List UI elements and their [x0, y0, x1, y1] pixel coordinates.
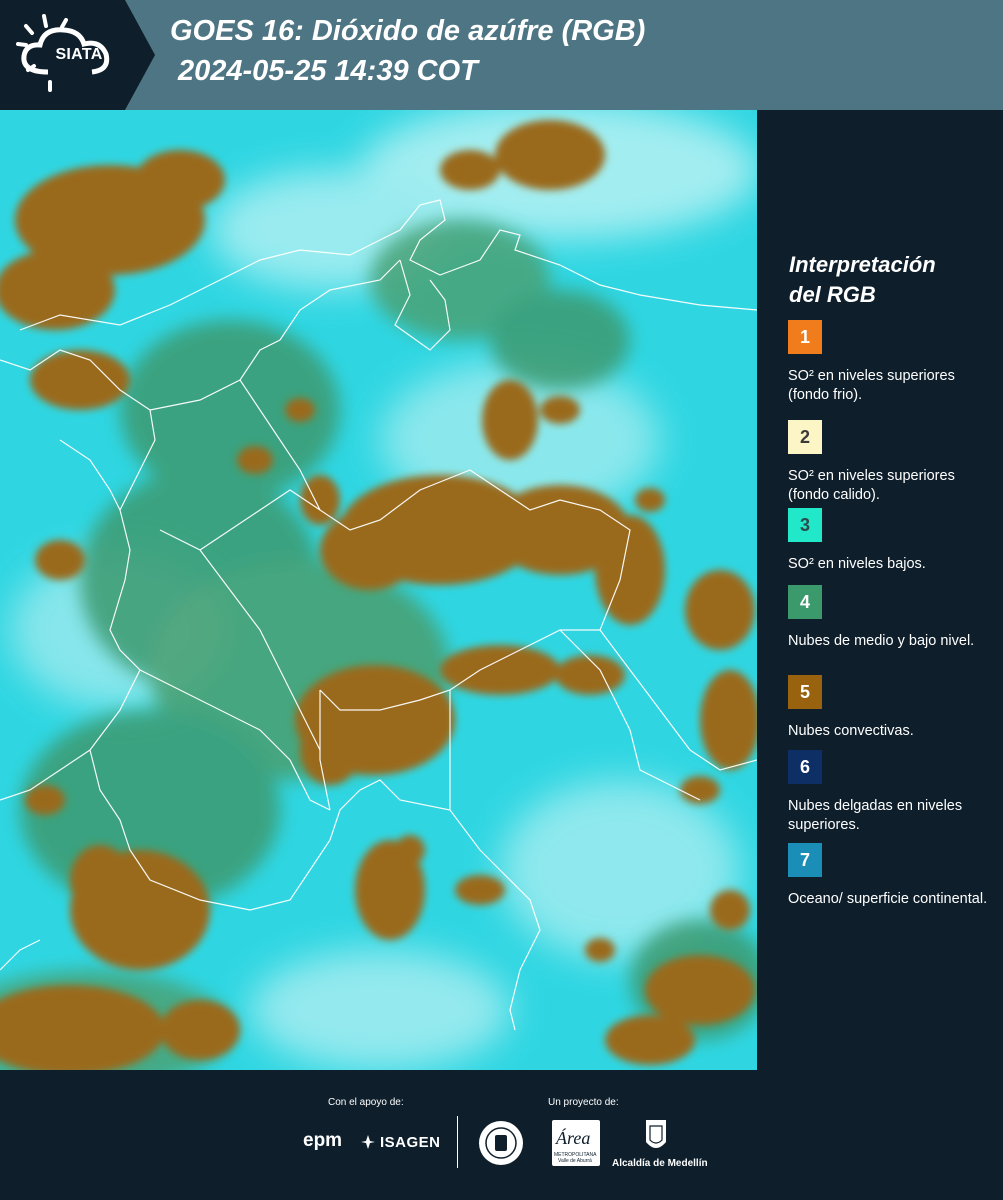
- legend-item-4: 4 Nubes de medio y bajo nivel.: [788, 585, 988, 651]
- legend-title: Interpretación del RGB: [789, 250, 989, 310]
- alcaldia-medellin-logo: Alcaldía de Medellín: [612, 1158, 708, 1169]
- map-timestamp: 2024-05-25 14:39 COT: [178, 55, 478, 87]
- satellite-image: [0, 110, 757, 1070]
- area-metropolitana-logo-sub2: Valle de Aburrá: [558, 1158, 592, 1164]
- epm-logo: epm: [303, 1130, 343, 1151]
- legend-swatch-5: 5: [788, 675, 822, 709]
- siata-logo[interactable]: SIATA: [0, 0, 155, 110]
- legend-swatch-7: 7: [788, 843, 822, 877]
- legend-description-2: SO² en niveles superiores (fondo calido)…: [788, 468, 955, 503]
- legend-item-6: 6 Nubes delgadas en niveles superiores.: [788, 750, 988, 835]
- support-label: Con el apoyo de:: [328, 1097, 404, 1108]
- legend-title-line1: Interpretación: [789, 252, 936, 277]
- legend-swatch-1: 1: [788, 320, 822, 354]
- legend-description-3: SO² en niveles bajos.: [788, 556, 926, 572]
- map-title: GOES 16: Dióxido de azúfre (RGB): [170, 15, 646, 47]
- medellin-seal-icon: [479, 1121, 523, 1165]
- legend-description-1: SO² en niveles superiores (fondo frio).: [788, 368, 955, 403]
- legend-description-6: Nubes delgadas en niveles superiores.: [788, 798, 963, 833]
- legend-item-5: 5 Nubes convectivas.: [788, 675, 988, 741]
- legend-item-2: 2 SO² en niveles superiores (fondo calido…: [788, 420, 988, 505]
- footer-bar: Con el apoyo de: Un proyecto de: epm ISA…: [0, 1070, 1003, 1200]
- header-bar: SIATA GOES 16: Dióxido de azúfre (RGB) 2…: [0, 0, 1003, 110]
- legend-swatch-6: 6: [788, 750, 822, 784]
- legend-item-3: 3 SO² en niveles bajos.: [788, 508, 988, 574]
- area-metropolitana-logo-text: Área: [556, 1128, 591, 1148]
- alcaldia-crest-icon: [646, 1120, 666, 1148]
- legend-description-5: Nubes convectivas.: [788, 723, 914, 739]
- project-label: Un proyecto de:: [548, 1097, 619, 1108]
- legend-description-7: Oceano/ superficie continental.: [788, 891, 988, 907]
- legend-panel: Interpretación del RGB 1 SO² en niveles s…: [757, 110, 1003, 1070]
- legend-item-1: 1 SO² en niveles superiores (fondo frio).: [788, 320, 988, 405]
- footer-divider: [457, 1116, 458, 1168]
- siata-logo-text: SIATA: [55, 46, 103, 63]
- area-metropolitana-logo: Área METROPOLITANA Valle de Aburrá: [552, 1120, 600, 1166]
- legend-swatch-2: 2: [788, 420, 822, 454]
- legend-description-4: Nubes de medio y bajo nivel.: [788, 633, 975, 649]
- satellite-map[interactable]: [0, 110, 757, 1070]
- isagen-logo: ISAGEN: [380, 1134, 441, 1151]
- isagen-icon: [361, 1135, 375, 1149]
- legend-swatch-4: 4: [788, 585, 822, 619]
- legend-title-line2: del RGB: [789, 282, 876, 307]
- legend-swatch-3: 3: [788, 508, 822, 542]
- legend-item-7: 7 Oceano/ superficie continental.: [788, 843, 988, 909]
